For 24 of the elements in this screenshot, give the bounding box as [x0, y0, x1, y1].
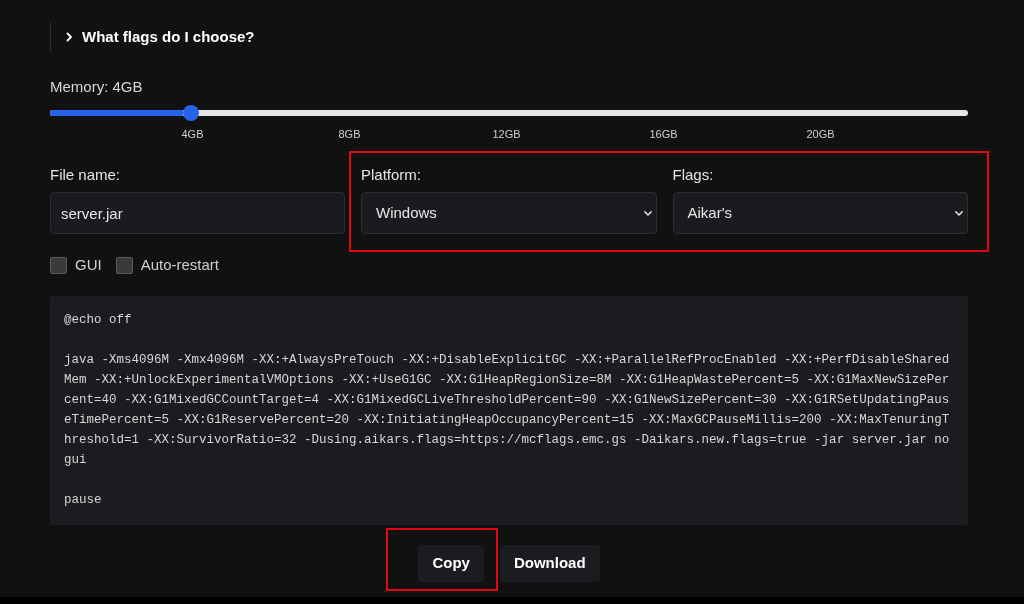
slider-thumb[interactable]	[183, 105, 200, 121]
tick-label: 8GB	[338, 127, 361, 141]
tick-label: 4GB	[181, 127, 204, 141]
batch-script: @echo off java -Xms4096M -Xmx4096M -XX:+AlwaysPreTouch -XX:+DisableExplicitGC -XX:+ParallelRefProcEnabled -XX:+PerfDisableSharedMem -XX:+UnlockExperimentalVMOptions -XX:+UseG1GC -XX:G1HeapRegionSize=8M -XX:G1HeapWastePercent=5 -XX:G1MaxNewSizePercent=40 -XX:G1MixedGCCountTarget=4 -XX:G1MixedGCLiveThresholdPercent=90 -XX:G1NewSizePercent=30 -XX:G1RSetUpdatingPauseTimePercent=5 -XX:G1ReservePercent=20 -XX:InitiatingHeapOccupancyPercent=15 -XX:MaxGCPauseMillis=200 -XX:MaxTenuringThreshold=1 -XX:SurvivorRatio=32 -Dusing.aikars.flags=https://mcflags.emc.gs -Daikars.new.flags=true -jar server.jar nogui pause	[64, 312, 950, 509]
action-button[interactable]: Download	[499, 545, 600, 582]
tick-label: 12GB	[492, 127, 521, 141]
checkbox[interactable]	[50, 256, 67, 274]
tick-label: 16GB	[649, 127, 678, 141]
select-field[interactable]: Windows	[361, 192, 657, 234]
checkbox[interactable]	[115, 256, 133, 274]
field-label: File name:	[50, 165, 121, 185]
memory-label: Memory: 4GB	[50, 77, 143, 97]
chevron-down-icon	[955, 210, 963, 216]
chevron-down-icon	[643, 210, 652, 216]
disclosure-title[interactable]: What flags do I choose?	[82, 27, 255, 47]
field-label: Platform:	[361, 165, 421, 185]
tick-label: 20GB	[806, 127, 835, 141]
field-label: Flags:	[672, 165, 714, 185]
checkbox-label[interactable]: Auto-restart	[140, 255, 220, 275]
chevron-right-icon[interactable]	[66, 32, 73, 42]
select-field[interactable]: Aikar's	[672, 192, 968, 234]
checkbox-label[interactable]: GUI	[75, 255, 102, 275]
action-button[interactable]: Copy	[418, 545, 484, 582]
file-name-field[interactable]: server.jar	[50, 192, 345, 234]
